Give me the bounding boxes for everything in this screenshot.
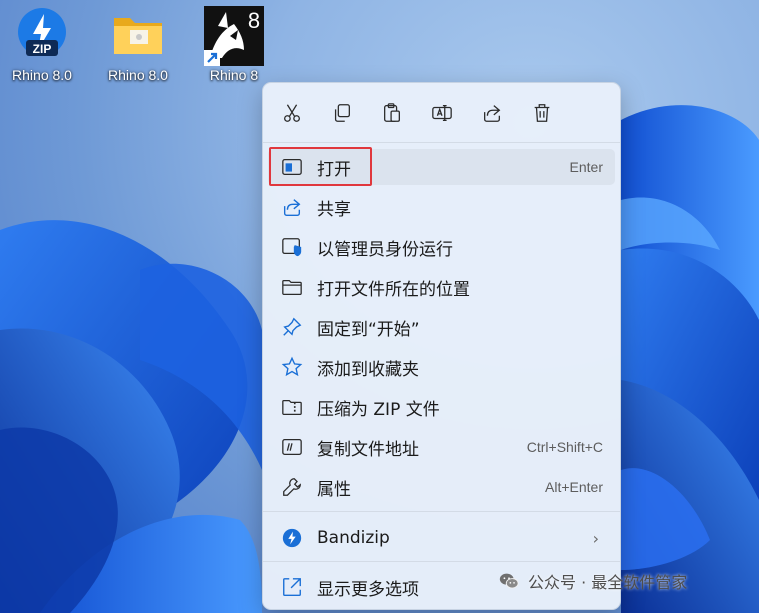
- menu-item-label: 压缩为 ZIP 文件: [317, 399, 440, 420]
- menu-separator: [263, 561, 620, 562]
- copy-path-icon: [281, 436, 303, 458]
- desktop-icon-rhino-shortcut[interactable]: 8 Rhino 8: [194, 6, 274, 83]
- menu-item-label: 属性: [317, 479, 351, 500]
- wechat-icon: [499, 573, 519, 589]
- copy-button[interactable]: [326, 97, 358, 129]
- menu-item-shortcut: Ctrl+Shift+C: [526, 439, 603, 455]
- zip-folder-icon: [281, 396, 303, 418]
- paste-button[interactable]: [376, 97, 408, 129]
- menu-item-properties[interactable]: 属性 Alt+Enter: [268, 469, 615, 505]
- menu-item-shortcut: Enter: [569, 159, 603, 175]
- menu-item-shortcut: Alt+Enter: [545, 479, 603, 495]
- desktop-icon-label: Rhino 8.0: [108, 67, 168, 83]
- share-icon: [281, 196, 303, 218]
- rhino-app-shortcut-icon: 8: [204, 6, 264, 66]
- menu-item-compress-zip[interactable]: 压缩为 ZIP 文件: [268, 389, 615, 425]
- menu-item-label: Bandizip: [317, 528, 390, 548]
- bandizip-icon: [281, 527, 303, 549]
- more-options-icon: [281, 576, 303, 598]
- rhino-version-badge: 8: [248, 8, 260, 33]
- menu-separator: [263, 511, 620, 512]
- menu-item-label: 添加到收藏夹: [317, 359, 419, 380]
- watermark: 公众号 · 最全软件管家: [498, 568, 687, 594]
- delete-button[interactable]: [526, 97, 558, 129]
- star-icon: [281, 356, 303, 378]
- folder-icon: [110, 6, 166, 62]
- cut-button[interactable]: [276, 97, 308, 129]
- menu-item-run-as-admin[interactable]: 以管理员身份运行: [268, 229, 615, 265]
- menu-item-label: 显示更多选项: [317, 579, 419, 600]
- menu-item-copy-as-path[interactable]: 复制文件地址 Ctrl+Shift+C: [268, 429, 615, 465]
- wrench-icon: [281, 476, 303, 498]
- share-button[interactable]: [476, 97, 508, 129]
- scissors-icon: [284, 104, 300, 122]
- watermark-text: 公众号 · 最全软件管家: [528, 573, 688, 592]
- rename-button[interactable]: [426, 97, 458, 129]
- desktop-icon-label: Rhino 8.0: [12, 67, 72, 83]
- menu-item-label: 复制文件地址: [317, 439, 419, 460]
- menu-item-add-to-favorites[interactable]: 添加到收藏夹: [268, 349, 615, 385]
- bandizip-zip-icon: ZIP: [14, 6, 70, 62]
- share-icon: [484, 105, 501, 122]
- desktop-icon-label: Rhino 8: [209, 67, 259, 83]
- menu-item-label: 打开文件所在的位置: [317, 279, 470, 300]
- menu-item-share[interactable]: 共享: [268, 189, 615, 225]
- menu-item-pin-to-start[interactable]: 固定到“开始”: [268, 309, 615, 345]
- trash-icon: [534, 104, 550, 122]
- zip-badge-text: ZIP: [33, 42, 52, 56]
- folder-outline-icon: [281, 276, 303, 298]
- desktop-icon-rhino-zip[interactable]: ZIP Rhino 8.0: [2, 6, 82, 83]
- paste-icon: [384, 103, 400, 122]
- desktop-icon-rhino-folder[interactable]: Rhino 8.0: [98, 6, 178, 83]
- pin-icon: [281, 316, 303, 338]
- menu-item-bandizip[interactable]: Bandizip ›: [268, 520, 615, 556]
- menu-item-open-file-location[interactable]: 打开文件所在的位置: [268, 269, 615, 305]
- annotation-highlight-box: [269, 147, 372, 186]
- copy-icon: [334, 104, 350, 122]
- chevron-right-icon: ›: [592, 528, 599, 548]
- toolbar-separator: [263, 142, 620, 143]
- context-menu-toolbar: [263, 83, 620, 143]
- menu-item-label: 以管理员身份运行: [317, 239, 453, 260]
- menu-item-label: 共享: [317, 199, 351, 220]
- menu-item-label: 固定到“开始”: [317, 319, 420, 340]
- rename-icon: [432, 105, 452, 121]
- shield-run-icon: [281, 236, 303, 258]
